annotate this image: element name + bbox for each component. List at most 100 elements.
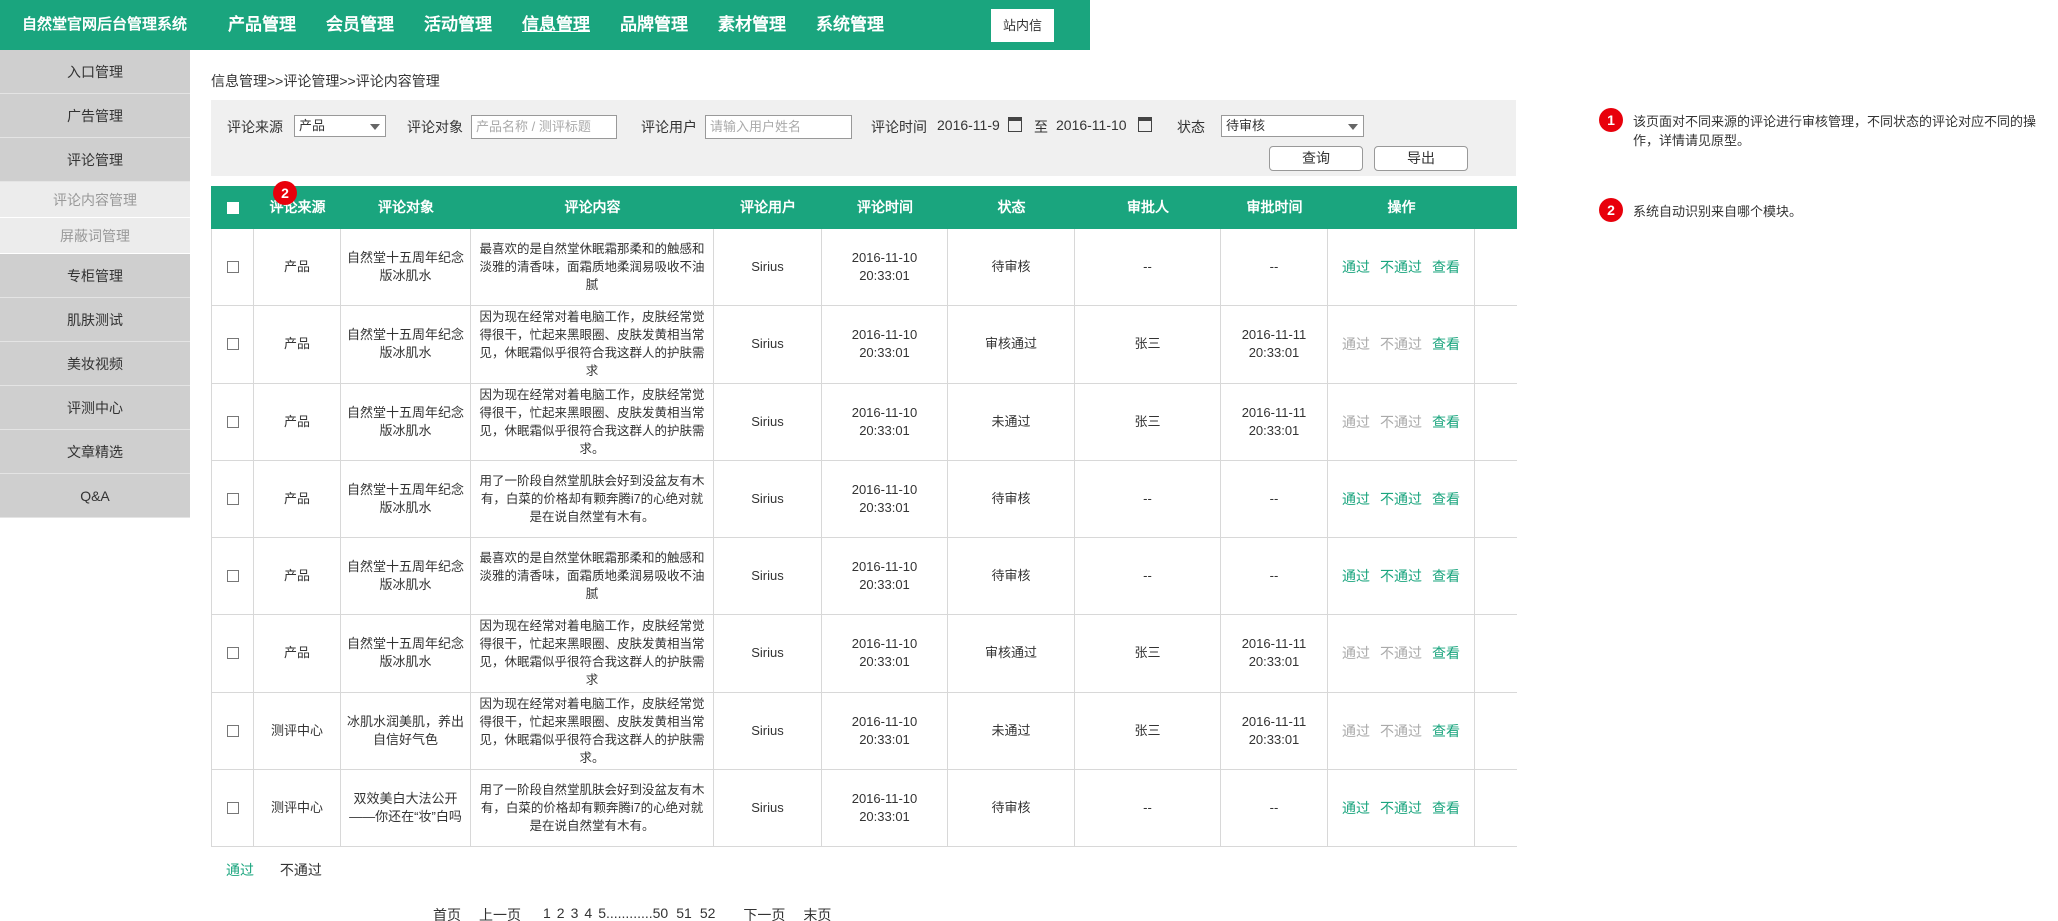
cell-time: 2016-11-10 20:33:01 [822,692,948,769]
pass-link[interactable]: 通过 [1342,722,1370,740]
approval-date: -- [1269,799,1279,815]
cell-approval-time: 2016-11-11 20:33:01 [1221,615,1328,692]
batch-actions: 通过 不通过 [226,860,344,880]
nav-activity[interactable]: 活动管理 [424,0,492,50]
cell-status: 审核通过 [948,615,1075,692]
sidebar-subitem-blocked-words[interactable]: 屏蔽词管理 [0,218,190,254]
batch-pass-button[interactable]: 通过 [226,862,254,878]
row-select-cell [211,460,254,537]
reject-link[interactable]: 不通过 [1380,335,1422,353]
view-link[interactable]: 查看 [1432,567,1460,585]
view-link[interactable]: 查看 [1432,722,1460,740]
pager-page[interactable]: 1 [543,905,551,921]
calendar-icon[interactable] [1008,117,1022,132]
pager-page[interactable]: 51 [676,905,692,921]
date-to[interactable]: 2016-11-10 [1056,117,1127,133]
nav-member[interactable]: 会员管理 [326,0,394,50]
cell-actions: 通过 不通过 查看 [1328,460,1475,537]
reject-link[interactable]: 不通过 [1380,799,1422,817]
target-input[interactable]: 产品名称 / 测评标题 [471,115,617,139]
reject-link[interactable]: 不通过 [1380,644,1422,662]
row-checkbox[interactable] [226,492,239,505]
pager-prev[interactable]: 上一页 [479,905,521,921]
row-checkbox[interactable] [226,801,239,814]
approval-time: 20:33:01 [1248,731,1300,747]
pass-link[interactable]: 通过 [1342,413,1370,431]
user-label: 评论用户 [641,119,697,135]
row-checkbox[interactable] [226,647,239,660]
sidebar-item-beauty-video[interactable]: 美妆视频 [0,342,190,386]
view-link[interactable]: 查看 [1432,258,1460,276]
row-checkbox[interactable] [226,338,239,351]
comment-date: 2016-11-10 [851,636,918,652]
query-button[interactable]: 查询 [1269,146,1363,171]
reject-link[interactable]: 不通过 [1380,567,1422,585]
pass-link[interactable]: 通过 [1342,799,1370,817]
view-link[interactable]: 查看 [1432,335,1460,353]
cell-time: 2016-11-10 20:33:01 [822,538,948,615]
pager-page[interactable]: 4 [584,905,592,921]
reject-link[interactable]: 不通过 [1380,490,1422,508]
reject-link[interactable]: 不通过 [1380,722,1422,740]
row-checkbox[interactable] [226,261,239,274]
header-actions: 操作 [1387,199,1416,215]
status-select[interactable]: 待审核 [1221,115,1364,137]
select-all-checkbox[interactable] [226,201,239,214]
sidebar-item-skin-test[interactable]: 肌肤测试 [0,298,190,342]
calendar-icon[interactable] [1138,117,1152,132]
view-link[interactable]: 查看 [1432,799,1460,817]
view-link[interactable]: 查看 [1432,490,1460,508]
pass-link[interactable]: 通过 [1342,490,1370,508]
sidebar-item-articles[interactable]: 文章精选 [0,430,190,474]
pass-link[interactable]: 通过 [1342,567,1370,585]
sidebar-item-qa[interactable]: Q&A [0,474,190,518]
pager-page[interactable]: 3 [571,905,579,921]
nav-brand[interactable]: 品牌管理 [620,0,688,50]
table-row: 产品 自然堂十五周年纪念版冰肌水 因为现在经常对着电脑工作，皮肤经常觉得很干，忙起来… [211,306,1517,384]
sidebar-item-review-center[interactable]: 评测中心 [0,386,190,430]
date-from[interactable]: 2016-11-9 [937,117,1000,133]
pager-last[interactable]: 末页 [803,905,831,921]
user-input[interactable]: 请输入用户姓名 [705,115,852,139]
pager-first[interactable]: 首页 [433,905,461,921]
reject-link[interactable]: 不通过 [1380,258,1422,276]
sidebar-subitem-comment-content[interactable]: 评论内容管理 [0,182,190,218]
nav-material[interactable]: 素材管理 [718,0,786,50]
pager-page[interactable]: 2 [557,905,565,921]
pager-page[interactable]: 5............50 [598,905,668,921]
cell-actions: 通过 不通过 查看 [1328,538,1475,615]
pass-link[interactable]: 通过 [1342,335,1370,353]
source-select[interactable]: 产品 [294,115,386,137]
pass-link[interactable]: 通过 [1342,644,1370,662]
sidebar-item-counters[interactable]: 专柜管理 [0,254,190,298]
nav-system[interactable]: 系统管理 [816,0,884,50]
nav-product[interactable]: 产品管理 [228,0,296,50]
cell-content: 因为现在经常对着电脑工作，皮肤经常觉得很干，忙起来黑眼圈、皮肤发黄相当常见，休眠… [471,692,714,769]
approval-time: 20:33:01 [1248,422,1300,438]
nav-info[interactable]: 信息管理 [522,0,590,50]
pager-page[interactable]: 52 [700,905,716,921]
pass-link[interactable]: 通过 [1342,258,1370,276]
cell-source: 产品 [254,460,341,537]
reject-link[interactable]: 不通过 [1380,413,1422,431]
view-link[interactable]: 查看 [1432,644,1460,662]
sidebar-item-entry[interactable]: 入口管理 [0,50,190,94]
batch-reject-button[interactable]: 不通过 [280,862,322,878]
row-checkbox[interactable] [226,724,239,737]
row-checkbox[interactable] [226,570,239,583]
cell-status: 待审核 [948,769,1075,846]
message-button[interactable]: 站内信 [991,9,1054,42]
sidebar-item-comments[interactable]: 评论管理 [0,138,190,182]
cell-target: 双效美白大法公开——你还在“妆”白吗 [341,769,471,846]
row-select-cell [211,692,254,769]
comment-date: 2016-11-10 [851,404,918,420]
sidebar-item-ads[interactable]: 广告管理 [0,94,190,138]
export-button[interactable]: 导出 [1374,146,1468,171]
annotation-note: 2 系统自动识别来自哪个模块。 [1599,198,2054,222]
row-select-cell [211,306,254,383]
table-header: 评论来源 评论对象 评论内容 评论用户 评论时间 状态 审批人 审批时间 操作 [211,186,1517,229]
row-checkbox[interactable] [226,415,239,428]
cell-approval-time: 2016-11-11 20:33:01 [1221,383,1328,460]
view-link[interactable]: 查看 [1432,413,1460,431]
pager-next[interactable]: 下一页 [743,905,785,921]
